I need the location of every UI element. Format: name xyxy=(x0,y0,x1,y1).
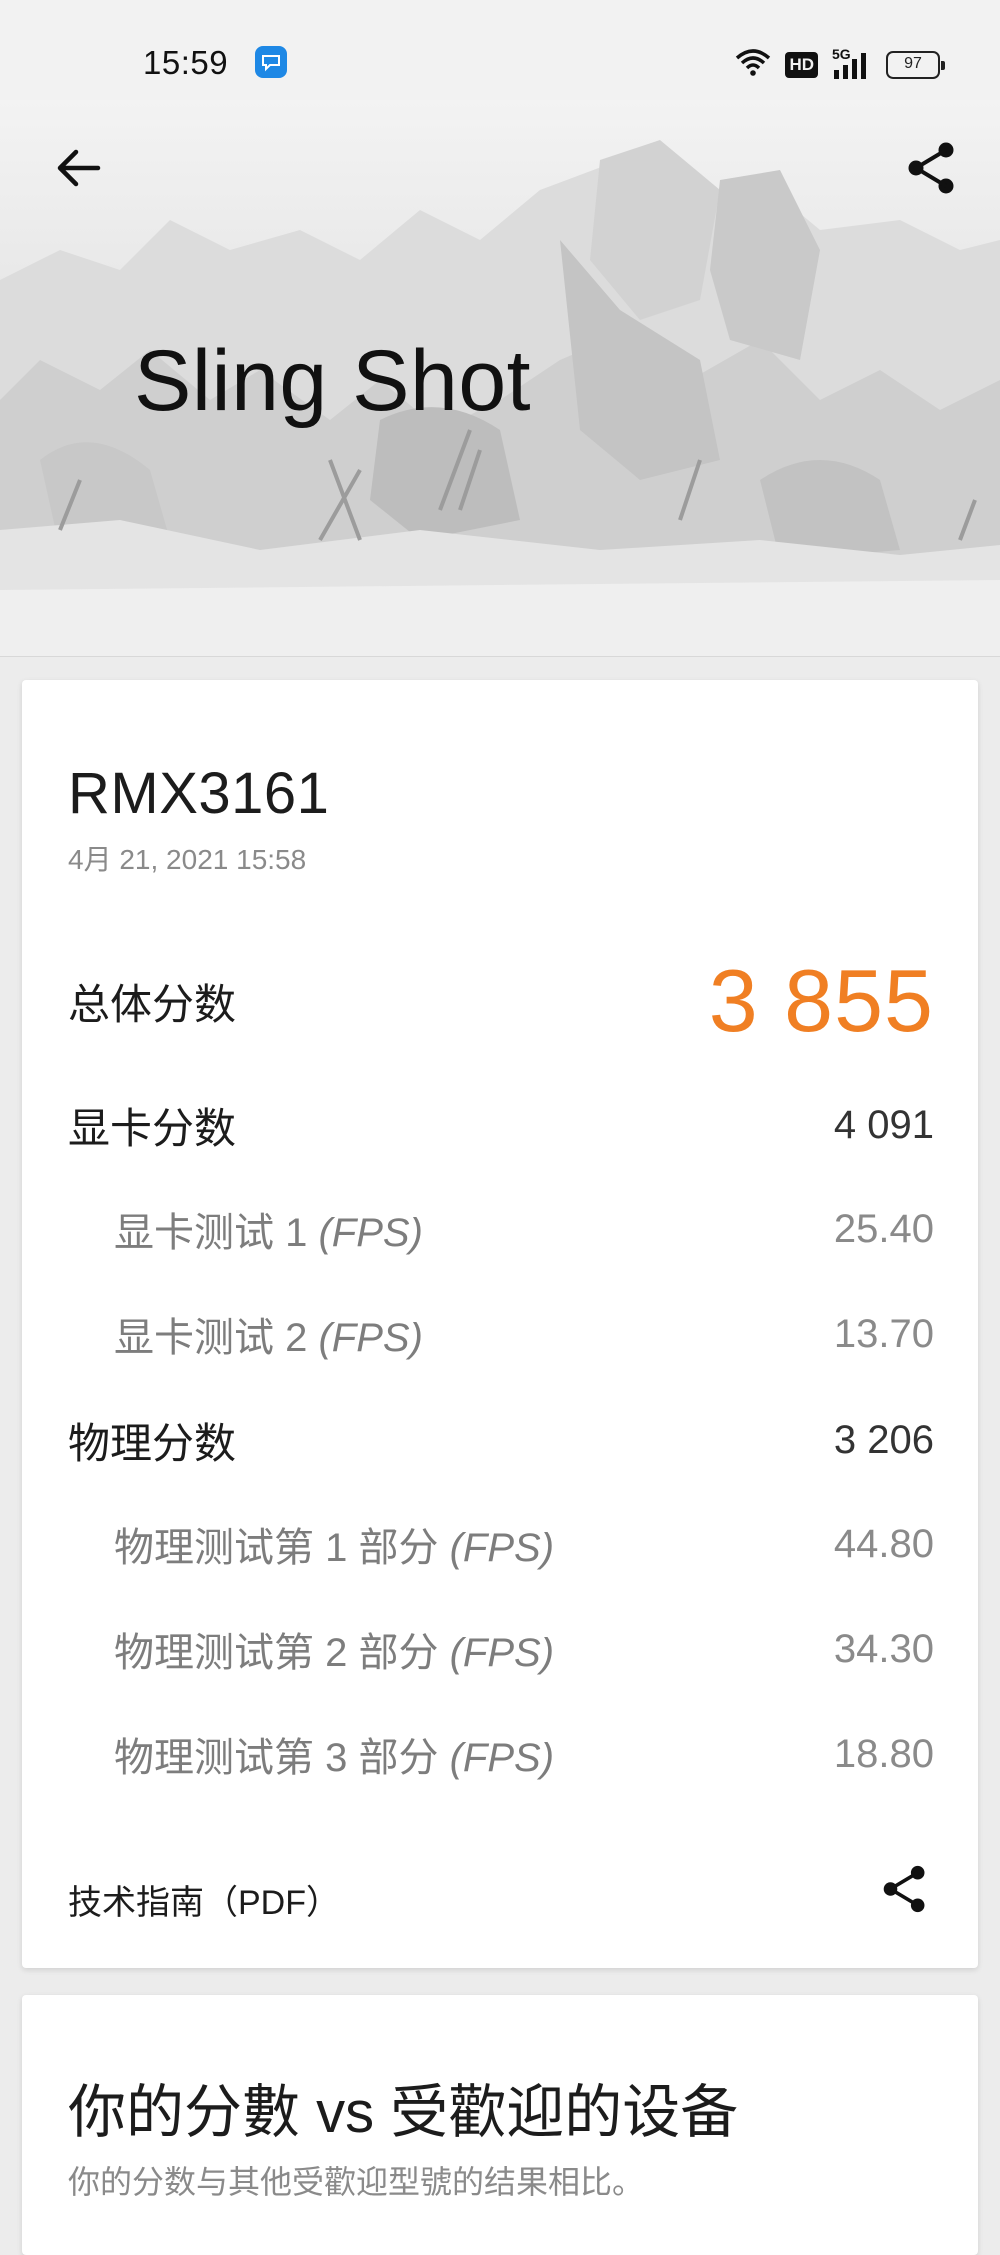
physics-score-label: 物理分数 xyxy=(68,1420,237,1467)
physics-test-label: 物理测试第 3 部分 (FPS) xyxy=(68,1725,554,1783)
share-button[interactable] xyxy=(900,136,964,200)
hd-badge: HD xyxy=(785,51,818,78)
physics-test-name: 物理测试第 1 部分 xyxy=(114,1526,450,1570)
physics-test-name: 物理测试第 2 部分 xyxy=(114,1631,450,1675)
overall-score-label: 总体分数 xyxy=(68,980,237,1028)
physics-test-label: 物理测试第 2 部分 (FPS) xyxy=(68,1620,554,1678)
status-time: 15:59 xyxy=(143,44,229,81)
graphics-test-unit: (FPS) xyxy=(318,1316,423,1360)
physics-test-unit: (FPS) xyxy=(449,1631,555,1675)
graphics-test-name: 显卡测试 1 xyxy=(114,1211,319,1255)
physics-test-value: 34.30 xyxy=(833,1626,934,1671)
wifi-icon xyxy=(735,48,771,81)
overall-score-value: 3 855 xyxy=(708,951,934,1050)
status-bar: 15:59 HD 5G 97 xyxy=(0,0,1000,100)
graphics-test-row: 显卡测试 1 (FPS) 25.40 xyxy=(68,1200,934,1258)
physics-test-value: 18.80 xyxy=(833,1731,934,1776)
physics-test-row: 物理测试第 2 部分 (FPS) 34.30 xyxy=(68,1620,934,1678)
graphics-test-row: 显卡测试 2 (FPS) 13.70 xyxy=(68,1305,934,1363)
physics-test-name: 物理测试第 3 部分 xyxy=(114,1736,450,1780)
overall-score-row: 总体分数 3 855 xyxy=(68,950,934,1052)
graphics-test-name: 显卡测试 2 xyxy=(114,1316,319,1360)
comparison-subtitle: 你的分数与其他受歡迎型號的结果相比。 xyxy=(68,2164,645,2200)
graphics-score-value: 4 091 xyxy=(833,1103,934,1147)
share-icon xyxy=(883,1865,925,1913)
graphics-score-row: 显卡分数 4 091 xyxy=(68,1095,934,1156)
physics-test-value: 44.80 xyxy=(833,1521,934,1566)
back-arrow-icon xyxy=(57,149,101,187)
physics-test-row: 物理测试第 3 部分 (FPS) 18.80 xyxy=(68,1725,934,1783)
graphics-test-value: 25.40 xyxy=(833,1206,934,1251)
status-icons: HD 5G 97 xyxy=(735,46,945,81)
physics-test-unit: (FPS) xyxy=(449,1736,555,1780)
signal-icon: 5G xyxy=(832,46,872,80)
guide-share-button[interactable] xyxy=(876,1860,934,1918)
result-date: 4月 21, 2021 15:58 xyxy=(68,844,307,875)
graphics-score-label: 显卡分数 xyxy=(68,1105,237,1152)
comparison-title: 你的分數 vs 受歡迎的设备 xyxy=(68,2080,739,2145)
result-card: RMX3161 4月 21, 2021 15:58 总体分数 3 855 显卡分… xyxy=(22,680,978,1968)
back-button[interactable] xyxy=(50,140,106,196)
physics-test-unit: (FPS) xyxy=(449,1526,555,1570)
graphics-test-value: 13.70 xyxy=(833,1311,934,1356)
physics-test-row: 物理测试第 1 部分 (FPS) 44.80 xyxy=(68,1515,934,1573)
physics-test-label: 物理测试第 1 部分 (FPS) xyxy=(68,1515,554,1573)
technical-guide-link[interactable]: 技术指南（PDF） xyxy=(68,1875,340,1924)
hero-header: Sling Shot xyxy=(0,100,1000,657)
physics-score-value: 3 206 xyxy=(833,1418,934,1462)
graphics-test-label: 显卡测试 2 (FPS) xyxy=(68,1305,423,1363)
page-title: Sling Shot xyxy=(134,333,532,429)
battery-icon: 97 xyxy=(886,50,945,79)
app-notification-icon xyxy=(255,46,287,78)
device-name: RMX3161 xyxy=(68,761,330,826)
physics-score-row: 物理分数 3 206 xyxy=(68,1410,934,1471)
comparison-card: 你的分數 vs 受歡迎的设备 你的分数与其他受歡迎型號的结果相比。 xyxy=(22,1995,978,2255)
graphics-test-unit: (FPS) xyxy=(318,1211,423,1255)
share-icon xyxy=(908,142,954,194)
graphics-test-label: 显卡测试 1 (FPS) xyxy=(68,1200,423,1258)
